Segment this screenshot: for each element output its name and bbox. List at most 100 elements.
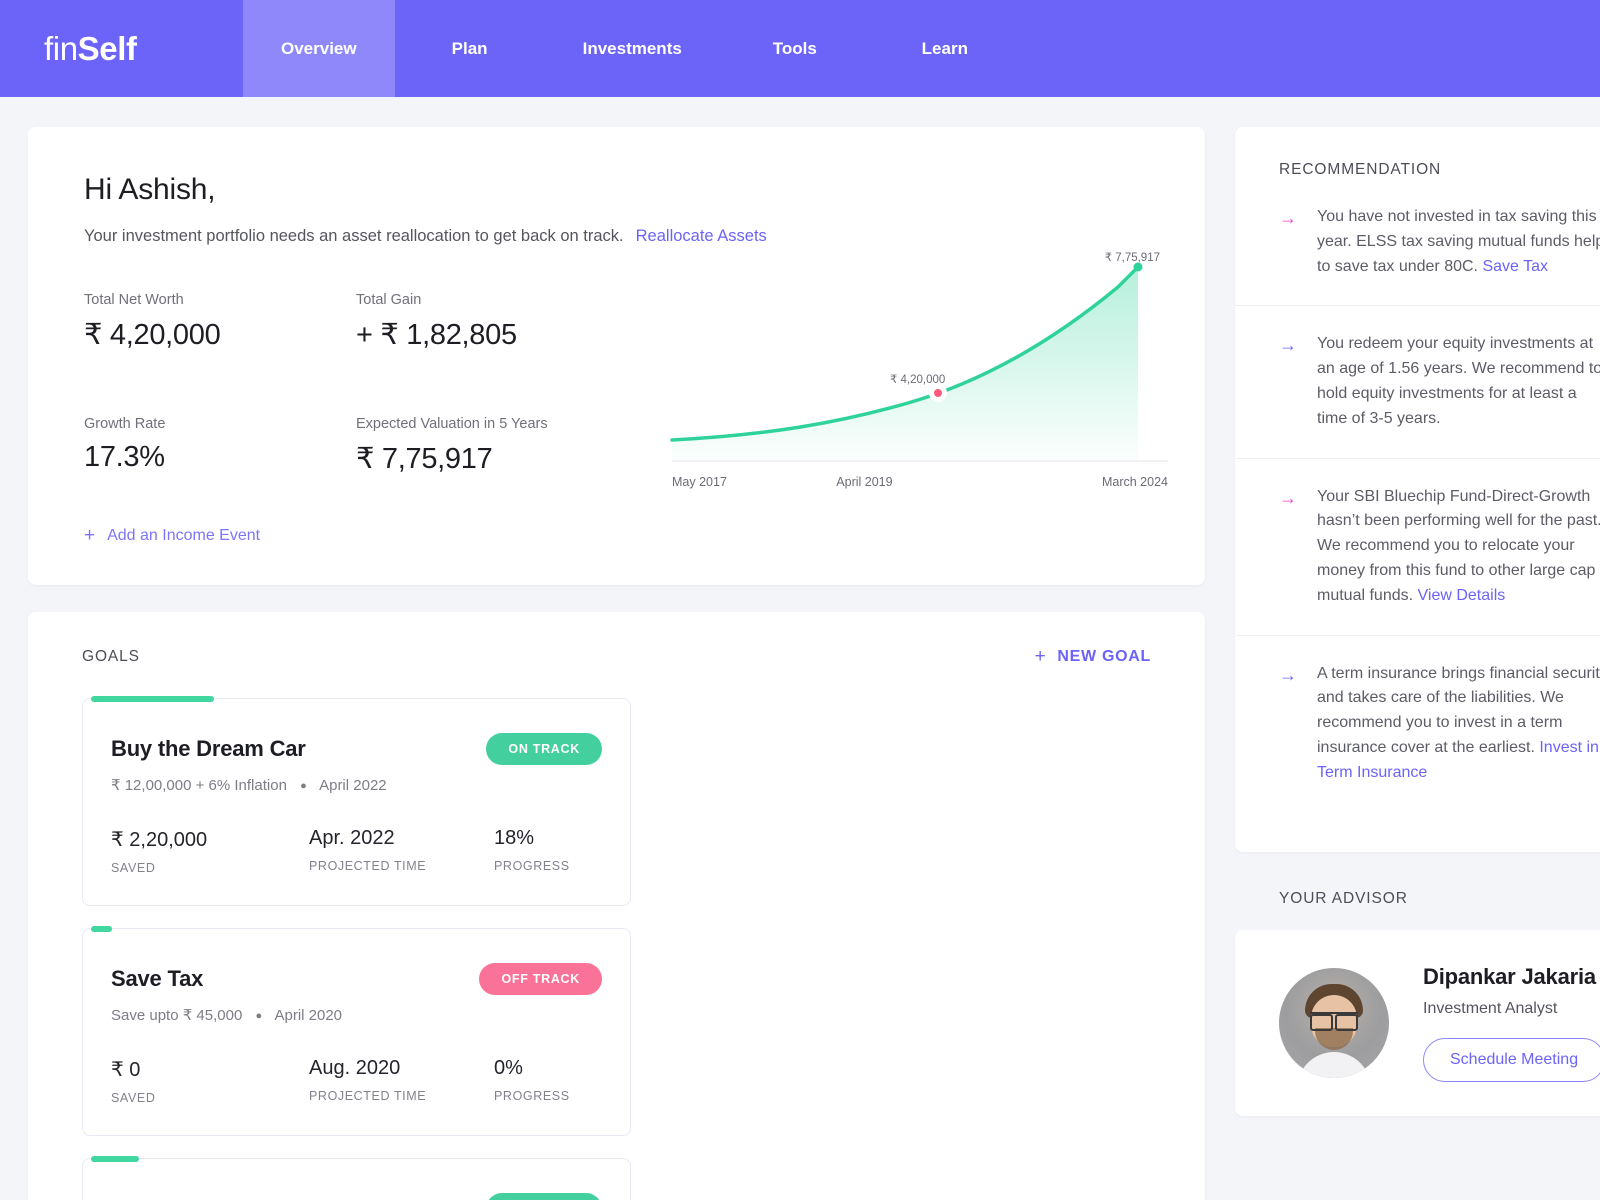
add-income-event-button[interactable]: + Add an Income Event bbox=[84, 526, 260, 545]
chart-tick-0: May 2017 bbox=[672, 475, 727, 489]
chart-tick-2: March 2024 bbox=[1101, 475, 1168, 489]
advisor-card: Dipankar Jakaria Investment Analyst Sche… bbox=[1235, 929, 1600, 1116]
chart-tick-1: April 2019 bbox=[836, 475, 893, 489]
portfolio-subline-text: Your investment portfolio needs an asset… bbox=[84, 227, 624, 245]
avatar-beard bbox=[1315, 1027, 1353, 1050]
goal-projected-value: Aug. 2020 bbox=[309, 1057, 401, 1079]
nav-items: Overview Plan Investments Tools Learn bbox=[243, 0, 1020, 97]
portfolio-summary-card: Hi Ashish, Your investment portfolio nee… bbox=[28, 127, 1205, 585]
goal-progress-value: 0% bbox=[494, 1057, 523, 1079]
recommendation-body: You redeem your equity investments at an… bbox=[1317, 335, 1600, 427]
nav-item-plan[interactable]: Plan bbox=[395, 0, 545, 97]
schedule-meeting-button[interactable]: Schedule Meeting bbox=[1423, 1037, 1600, 1082]
nav-item-learn[interactable]: Learn bbox=[870, 0, 1020, 97]
chart-marker-dot bbox=[934, 389, 942, 397]
goal-metric-progress: 0% PROGRESS bbox=[494, 1057, 570, 1105]
goal-metric-progress: 18% PROGRESS bbox=[494, 827, 570, 875]
goal-saved-label: SAVED bbox=[111, 1091, 156, 1105]
goal-date: April 2022 bbox=[319, 777, 387, 794]
glasses-icon bbox=[1310, 1011, 1358, 1031]
recommendation-text: You redeem your equity investments at an… bbox=[1317, 332, 1600, 431]
status-badge: ON TRACK bbox=[486, 733, 602, 765]
goal-metric-projected: Apr. 2022 PROJECTED TIME bbox=[309, 827, 494, 875]
chart-x-tick-labels: May 2017 April 2019 March 2024 bbox=[672, 475, 1168, 489]
stat-total-gain: Total Gain + ₹ 1,82,805 bbox=[356, 292, 628, 352]
nav-item-tools[interactable]: Tools bbox=[720, 0, 870, 97]
arrow-right-icon: → bbox=[1279, 664, 1297, 685]
brand-logo[interactable]: fin Self bbox=[0, 0, 243, 97]
main-column: Hi Ashish, Your investment portfolio nee… bbox=[28, 127, 1205, 1200]
nav-item-investments[interactable]: Investments bbox=[545, 0, 720, 97]
goal-target: Save upto ₹ 45,000 bbox=[111, 1007, 243, 1024]
recommendation-body: You have not invested in tax saving this… bbox=[1317, 208, 1600, 275]
status-badge: OFF TRACK bbox=[479, 963, 602, 995]
goal-progress-bar bbox=[91, 696, 624, 702]
arrow-right-icon: → bbox=[1279, 335, 1297, 356]
goal-name: Save Tax bbox=[111, 966, 204, 991]
avatar-body bbox=[1297, 1051, 1371, 1078]
bullet-separator-icon: ● bbox=[255, 1010, 263, 1023]
goal-header: Travel the World ON TRACK bbox=[111, 1193, 602, 1200]
page-body: Hi Ashish, Your investment portfolio nee… bbox=[0, 97, 1600, 1200]
chart-annotation-current: ₹ 4,20,000 bbox=[890, 374, 946, 386]
goal-metrics: ₹ 2,20,000 SAVED Apr. 2022 PROJECTED TIM… bbox=[111, 827, 602, 875]
top-navbar: fin Self Overview Plan Investments Tools … bbox=[0, 0, 1600, 97]
recommendation-text: A term insurance brings financial securi… bbox=[1317, 662, 1600, 786]
goal-saved-label: SAVED bbox=[111, 861, 156, 875]
new-goal-button[interactable]: + NEW GOAL bbox=[1035, 646, 1151, 668]
portfolio-subline: Your investment portfolio needs an asset… bbox=[84, 227, 1149, 246]
goal-date: April 2020 bbox=[274, 1007, 343, 1024]
goal-card[interactable]: Buy the Dream Car ON TRACK ₹ 12,00,000 +… bbox=[82, 696, 631, 906]
status-badge: ON TRACK bbox=[486, 1193, 602, 1200]
goal-progress-label: PROGRESS bbox=[494, 859, 570, 873]
stat-total-net-worth-label: Total Net Worth bbox=[84, 292, 184, 308]
goal-header: Buy the Dream Car ON TRACK bbox=[111, 733, 602, 765]
goal-progress-label: PROGRESS bbox=[494, 1089, 570, 1103]
goal-metric-saved: ₹ 2,20,000 SAVED bbox=[111, 827, 309, 875]
recommendation-text: You have not invested in tax saving this… bbox=[1317, 205, 1600, 279]
stat-total-net-worth: Total Net Worth ₹ 4,20,000 bbox=[84, 292, 356, 352]
brand-logo-part2: Self bbox=[77, 29, 137, 67]
goal-projected-label: PROJECTED TIME bbox=[309, 859, 427, 873]
goal-name: Buy the Dream Car bbox=[111, 736, 306, 761]
stat-expected-valuation: Expected Valuation in 5 Years ₹ 7,75,917 bbox=[356, 416, 628, 476]
goals-grid: Buy the Dream Car ON TRACK ₹ 12,00,000 +… bbox=[82, 696, 1151, 1200]
stat-total-gain-label: Total Gain bbox=[356, 292, 422, 308]
recommendation-link[interactable]: View Details bbox=[1418, 587, 1506, 604]
goal-progress-bar bbox=[91, 926, 624, 932]
nav-item-overview[interactable]: Overview bbox=[243, 0, 395, 97]
recommendation-item: → Your SBI Bluechip Fund-Direct-Growth h… bbox=[1235, 457, 1600, 635]
goal-metric-saved: ₹ 0 SAVED bbox=[111, 1057, 309, 1105]
stat-growth-rate-value: 17.3% bbox=[84, 441, 165, 473]
bullet-separator-icon: ● bbox=[300, 780, 307, 793]
goal-saved-value: ₹ 2,20,000 bbox=[111, 829, 208, 851]
net-worth-projection-chart: ₹ 7,75,917 ₹ 4,20,000 May 2017 April 201… bbox=[648, 245, 1168, 505]
stat-growth-rate: Growth Rate 17.3% bbox=[84, 416, 356, 476]
goal-subtitle: ₹ 12,00,000 + 6% Inflation ● April 2022 bbox=[111, 776, 602, 794]
stat-growth-rate-label: Growth Rate bbox=[84, 416, 166, 432]
goal-name: Travel the World bbox=[111, 1196, 279, 1200]
goal-target: ₹ 12,00,000 + 6% Inflation bbox=[111, 777, 287, 794]
advisor-header: YOUR ADVISOR bbox=[1235, 890, 1600, 908]
goal-progress-fill bbox=[91, 1156, 139, 1162]
recommendation-item: → You redeem your equity investments at … bbox=[1235, 305, 1600, 457]
recommendation-link[interactable]: Save Tax bbox=[1482, 258, 1548, 275]
goal-progress-fill bbox=[91, 696, 214, 702]
arrow-right-icon: → bbox=[1279, 487, 1297, 508]
brand-logo-part1: fin bbox=[44, 29, 78, 67]
goal-saved-value: ₹ 0 bbox=[111, 1059, 141, 1081]
goal-card[interactable]: Travel the World ON TRACK ₹ 20,00,000 + … bbox=[82, 1156, 631, 1200]
goals-header: GOALS + NEW GOAL bbox=[82, 646, 1151, 668]
plus-icon: + bbox=[84, 525, 96, 546]
sidebar-column: RECOMMENDATION → You have not invested i… bbox=[1235, 127, 1600, 1116]
recommendation-text: Your SBI Bluechip Fund-Direct-Growth has… bbox=[1317, 485, 1600, 609]
recommendation-item: → You have not invested in tax saving th… bbox=[1235, 205, 1600, 305]
avatar bbox=[1279, 967, 1389, 1078]
recommendation-card: RECOMMENDATION → You have not invested i… bbox=[1235, 127, 1600, 852]
recommendation-item: → A term insurance brings financial secu… bbox=[1235, 634, 1600, 812]
recommendation-title: RECOMMENDATION bbox=[1279, 161, 1442, 178]
reallocate-assets-link[interactable]: Reallocate Assets bbox=[636, 227, 767, 245]
stat-total-net-worth-value: ₹ 4,20,000 bbox=[84, 319, 221, 351]
goal-card[interactable]: Save Tax OFF TRACK Save upto ₹ 45,000 ● … bbox=[82, 926, 631, 1136]
goal-progress-fill bbox=[91, 926, 113, 932]
